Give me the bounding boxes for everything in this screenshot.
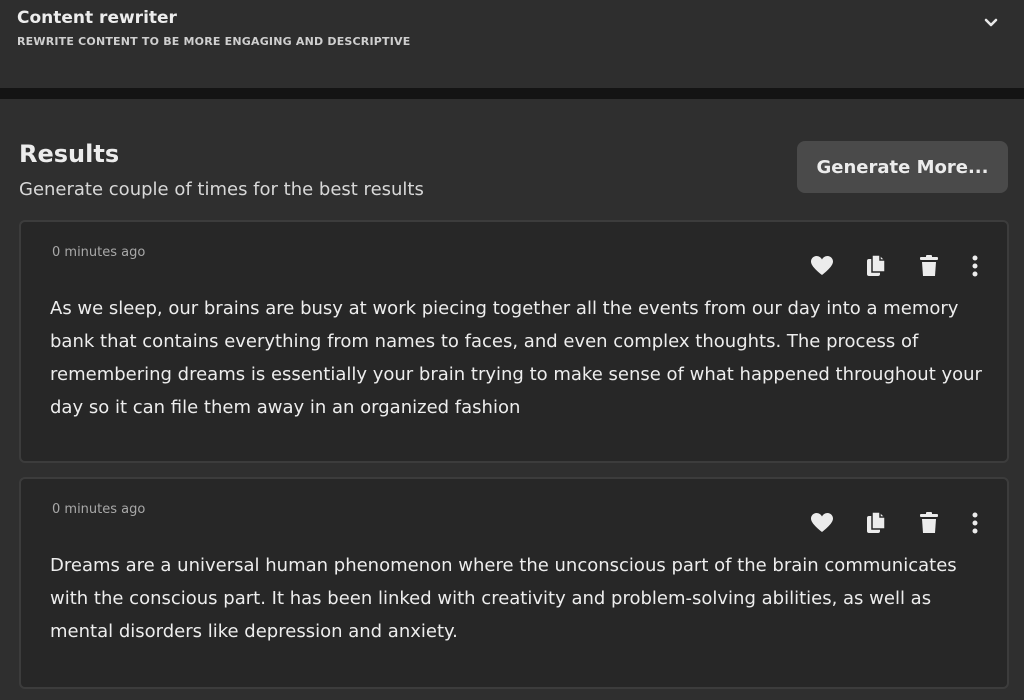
trash-icon[interactable] [917,254,941,278]
chevron-down-icon[interactable] [980,12,1002,34]
results-title: Results [19,140,120,168]
tool-subtitle: REWRITE CONTENT TO BE MORE ENGAGING AND … [17,35,411,48]
card-timestamp: 0 minutes ago [52,502,146,517]
more-vertical-icon[interactable] [963,511,987,535]
card-timestamp: 0 minutes ago [52,245,146,260]
copy-icon[interactable] [864,254,888,278]
more-vertical-icon[interactable] [963,254,987,278]
copy-icon[interactable] [864,511,888,535]
trash-icon[interactable] [917,511,941,535]
heart-icon[interactable] [810,511,834,535]
card-content: Dreams are a universal human phenomenon … [50,555,957,642]
card-content: As we sleep, our brains are busy at work… [50,298,982,418]
result-card: 0 minutes ago [19,477,1009,689]
card-actions [808,254,988,278]
generate-more-button[interactable]: Generate More... [797,141,1008,193]
tool-title: Content rewriter [17,8,177,28]
results-subtitle: Generate couple of times for the best re… [19,179,424,200]
section-divider [0,88,1024,99]
card-actions [808,511,988,535]
tool-header: Content rewriter REWRITE CONTENT TO BE M… [0,0,1024,89]
results-section: Results Generate couple of times for the… [0,99,1024,700]
result-card: 0 minutes ago [19,220,1009,463]
heart-icon[interactable] [810,254,834,278]
